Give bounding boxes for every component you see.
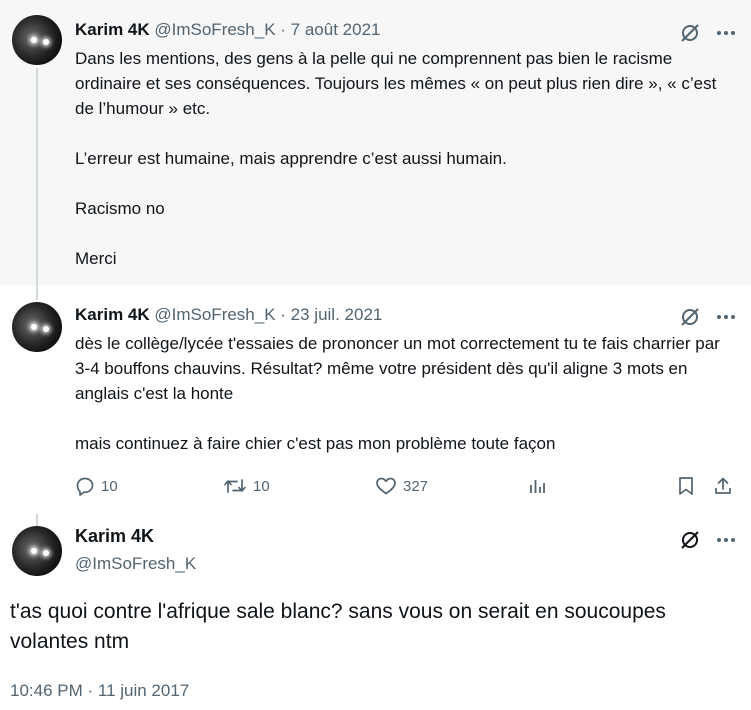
tweet-paragraph: Merci <box>75 249 117 268</box>
handle-date[interactable]: @ImSoFresh_K · 23 juil. 2021 <box>154 305 382 324</box>
tweet-paragraph: mais continuez à faire chier c'est pas m… <box>75 434 556 453</box>
tweet-text: Dans les mentions, des gens à la pelle q… <box>75 46 735 271</box>
display-name[interactable]: Karim 4K <box>75 20 150 39</box>
tweet-actions: 10 10 327 <box>75 476 735 502</box>
tweet-text: t'as quoi contre l'afrique sale blanc? s… <box>10 600 666 653</box>
views-icon <box>527 476 547 496</box>
bookmark-icon <box>677 476 695 496</box>
grok-icon[interactable] <box>679 22 701 44</box>
more-icon[interactable] <box>715 529 737 551</box>
like-button[interactable]: 327 <box>375 476 428 496</box>
tweet-1[interactable]: Karim 4K @ImSoFresh_K · 7 août 2021 Dans… <box>0 0 751 285</box>
avatar[interactable] <box>12 15 62 65</box>
avatar-eye <box>43 550 49 556</box>
display-name[interactable]: Karim 4K <box>75 526 154 547</box>
handle[interactable]: @ImSoFresh_K <box>75 554 196 574</box>
tweet-paragraph: dès le collège/lycée t'essaies de pronon… <box>75 334 720 403</box>
tweet-paragraph: Dans les mentions, des gens à la pelle q… <box>75 49 717 118</box>
retweet-count: 10 <box>253 477 270 495</box>
thread-line <box>36 285 38 300</box>
like-count: 327 <box>403 477 429 495</box>
avatar-eye <box>43 39 49 45</box>
reply-button[interactable]: 10 <box>75 476 118 496</box>
tweet-paragraph: Racismo no <box>75 199 165 218</box>
avatar-eye <box>31 324 37 330</box>
bookmark-button[interactable] <box>677 476 695 496</box>
share-icon <box>713 476 733 496</box>
grok-icon[interactable] <box>679 306 701 328</box>
avatar-eye <box>31 37 37 43</box>
avatar[interactable] <box>12 526 62 576</box>
share-button[interactable] <box>713 476 733 496</box>
reply-count: 10 <box>101 477 118 495</box>
tweet-header-icons <box>679 529 737 551</box>
more-icon[interactable] <box>715 22 737 44</box>
thread-line <box>36 68 38 285</box>
views-button[interactable] <box>527 476 547 496</box>
avatar-eye <box>31 548 37 554</box>
tweet-text: dès le collège/lycée t'essaies de pronon… <box>75 331 735 456</box>
handle-date[interactable]: @ImSoFresh_K · 7 août 2021 <box>154 20 380 39</box>
display-name[interactable]: Karim 4K <box>75 305 150 324</box>
reply-icon <box>75 476 95 496</box>
tweet-timestamp[interactable]: 10:46 PM · 11 juin 2017 <box>10 681 189 701</box>
retweet-icon <box>223 476 247 496</box>
retweet-button[interactable]: 10 <box>223 476 270 496</box>
more-icon[interactable] <box>715 306 737 328</box>
grok-icon[interactable] <box>679 529 701 551</box>
tweet-header-icons <box>679 22 737 44</box>
tweet-header: Karim 4K @ImSoFresh_K · 23 juil. 2021 <box>75 305 382 325</box>
thread-line <box>36 514 38 526</box>
avatar-eye <box>43 326 49 332</box>
tweet-header-icons <box>679 306 737 328</box>
like-icon <box>375 476 397 496</box>
tweet-paragraph: L’erreur est humaine, mais apprendre c’e… <box>75 149 507 168</box>
tweet-header: Karim 4K @ImSoFresh_K · 7 août 2021 <box>75 20 380 40</box>
avatar[interactable] <box>12 302 62 352</box>
